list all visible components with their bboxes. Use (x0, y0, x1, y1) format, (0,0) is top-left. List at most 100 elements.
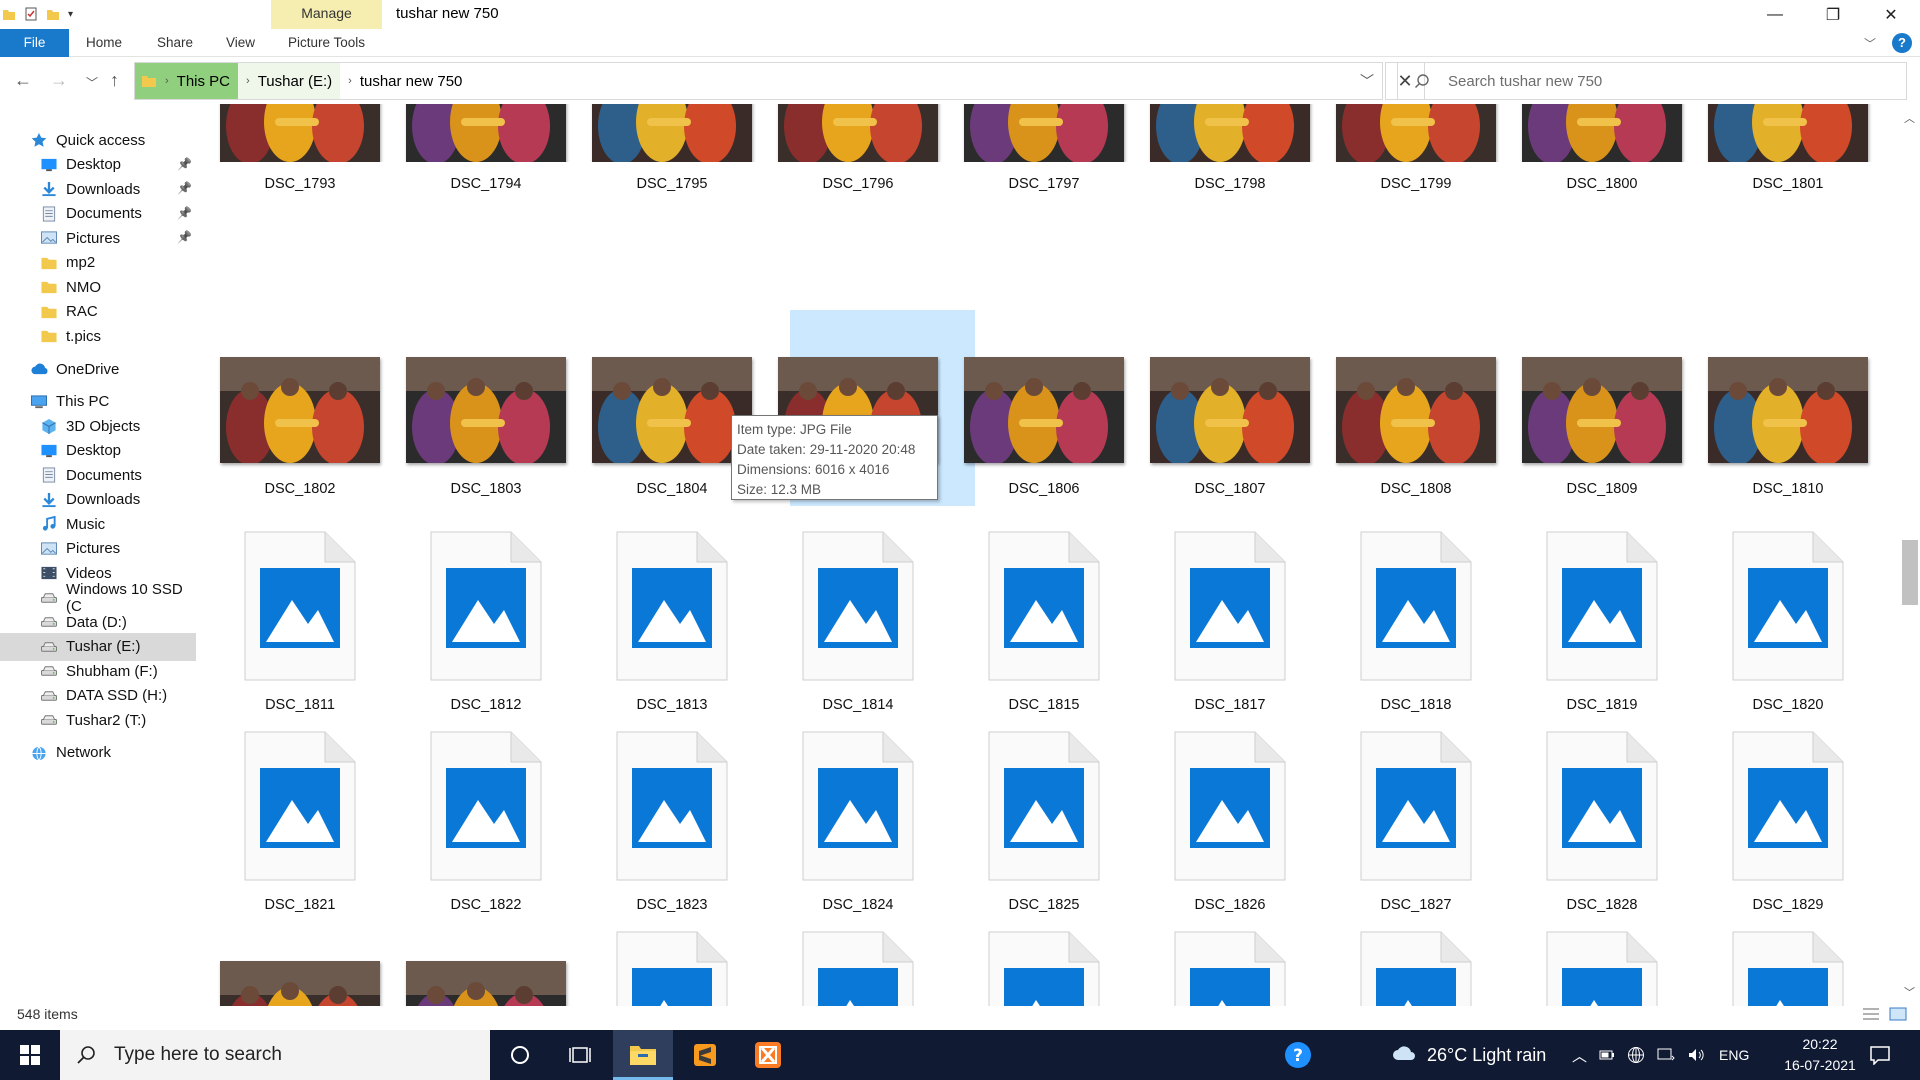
recent-locations-icon[interactable]: ﹀ (86, 74, 98, 91)
search-input[interactable]: Search tushar new 750 (1448, 73, 1602, 90)
file-item[interactable]: DSC_1814 (768, 531, 948, 713)
sidebar-item-onedrive[interactable]: OneDrive (0, 355, 196, 383)
address-bar[interactable]: › This PC › Tushar (E:) › tushar new 750… (134, 62, 1383, 100)
file-item[interactable]: DSC_1798 (1140, 104, 1320, 192)
scroll-up-icon[interactable]: ︿ (1904, 110, 1915, 126)
address-dropdown-icon[interactable]: ﹀ (1360, 71, 1374, 91)
up-arrow-icon[interactable]: ↑ (110, 70, 119, 91)
taskbar-search[interactable]: Type here to search (60, 1030, 490, 1080)
file-item[interactable]: DSC_1795 (582, 104, 762, 192)
file-item[interactable]: DSC_1831 (396, 961, 576, 1006)
file-item[interactable]: DSC_1817 (1140, 531, 1320, 713)
file-item[interactable]: DSC_1812 (396, 531, 576, 713)
battery-icon[interactable] (1599, 1048, 1615, 1062)
tab-share[interactable]: Share (157, 29, 193, 57)
breadcrumb-root[interactable]: › This PC (135, 63, 239, 99)
maximize-button[interactable]: ❐ (1804, 0, 1862, 29)
file-item[interactable]: DSC_1803 (396, 357, 576, 497)
clock[interactable]: 20:22 16-07-2021 (1770, 1034, 1870, 1076)
file-item[interactable]: DSC_1813 (582, 531, 762, 713)
file-item[interactable]: DSC_1837 (1512, 931, 1692, 1006)
scroll-down-icon[interactable]: ﹀ (1904, 984, 1915, 1000)
file-item[interactable]: DSC_1830 (210, 961, 390, 1006)
search-box[interactable]: Search tushar new 750 (1397, 62, 1907, 100)
breadcrumb-current[interactable]: tushar new 750 (360, 73, 463, 90)
file-item[interactable]: DSC_1833 (768, 931, 948, 1006)
image-file-icon (616, 731, 728, 881)
file-item[interactable]: DSC_1801 (1698, 104, 1878, 192)
file-item[interactable]: DSC_1794 (396, 104, 576, 192)
tab-view[interactable]: View (226, 29, 255, 57)
weather-widget[interactable]: 26°C Light rain (1391, 1030, 1546, 1080)
chevron-up-icon[interactable]: ︿ (1572, 1045, 1587, 1066)
file-item[interactable]: DSC_1800 (1512, 104, 1692, 192)
file-item[interactable]: DSC_1834 (954, 931, 1134, 1006)
cortana-button[interactable] (490, 1030, 550, 1080)
notifications-button[interactable] (1869, 1030, 1891, 1080)
file-item[interactable]: DSC_1809 (1512, 357, 1692, 497)
breadcrumb-this-pc[interactable]: This PC (177, 73, 230, 90)
file-item[interactable]: DSC_1810 (1698, 357, 1878, 497)
file-item[interactable]: DSC_1793 (210, 104, 390, 192)
close-button[interactable]: ✕ (1862, 0, 1920, 29)
network-icon[interactable] (1657, 1047, 1675, 1063)
forward-arrow-icon[interactable]: → (50, 70, 68, 91)
xampp-taskbar-button[interactable] (738, 1030, 798, 1080)
sidebar-item-t-pics[interactable]: t.pics (0, 322, 196, 350)
file-item[interactable]: DSC_1825 (954, 731, 1134, 913)
volume-icon[interactable] (1687, 1047, 1707, 1063)
file-item[interactable]: DSC_1826 (1140, 731, 1320, 913)
new-folder-icon[interactable] (46, 7, 60, 21)
file-item[interactable]: DSC_1815 (954, 531, 1134, 713)
file-item[interactable]: DSC_1808 (1326, 357, 1506, 497)
taskbar-search-input[interactable]: Type here to search (114, 1044, 282, 1066)
manage-tab[interactable]: Manage (271, 0, 382, 29)
file-item[interactable]: DSC_1796 (768, 104, 948, 192)
file-item[interactable]: DSC_1823 (582, 731, 762, 913)
file-item[interactable]: DSC_1822 (396, 731, 576, 913)
tab-home[interactable]: Home (86, 29, 122, 57)
file-item[interactable]: DSC_1806 (954, 357, 1134, 497)
sidebar-item-tushar2-t[interactable]: Tushar2 (T:) (0, 706, 196, 734)
sublime-text-taskbar-button[interactable] (675, 1030, 735, 1080)
file-item[interactable]: DSC_1820 (1698, 531, 1878, 713)
file-item[interactable]: DSC_1802 (210, 357, 390, 497)
properties-icon[interactable] (24, 7, 38, 21)
file-explorer-taskbar-button[interactable] (613, 1030, 673, 1080)
file-item[interactable]: DSC_1836 (1326, 931, 1506, 1006)
breadcrumb-drive[interactable]: › Tushar (E:) (238, 63, 341, 99)
file-item[interactable]: DSC_1829 (1698, 731, 1878, 913)
large-icons-view-icon[interactable] (1889, 1007, 1907, 1021)
tab-file[interactable]: File (0, 29, 69, 57)
help-tray-button[interactable]: ? (1283, 1030, 1313, 1080)
file-item[interactable]: DSC_1838 (1698, 931, 1878, 1006)
customize-qat-icon[interactable]: ▾ (68, 9, 73, 20)
file-item[interactable]: DSC_1819 (1512, 531, 1692, 713)
file-item[interactable]: DSC_1807 (1140, 357, 1320, 497)
file-item[interactable]: DSC_1821 (210, 731, 390, 913)
scrollbar-thumb[interactable] (1902, 540, 1918, 605)
file-item[interactable]: DSC_1799 (1326, 104, 1506, 192)
globe-icon[interactable] (1627, 1046, 1645, 1064)
language-indicator[interactable]: ENG (1719, 1047, 1749, 1063)
tab-picture-tools[interactable]: Picture Tools (288, 29, 365, 57)
file-item[interactable]: DSC_1828 (1512, 731, 1692, 913)
file-item[interactable]: DSC_1827 (1326, 731, 1506, 913)
help-icon[interactable]: ? (1892, 33, 1912, 53)
file-item[interactable]: DSC_1797 (954, 104, 1134, 192)
file-item[interactable]: DSC_1811 (210, 531, 390, 713)
back-arrow-icon[interactable]: ← (14, 70, 32, 91)
breadcrumb-folder[interactable]: › tushar new 750 (340, 73, 470, 90)
start-button[interactable] (0, 1030, 60, 1080)
sidebar-item-network[interactable]: Network (0, 739, 196, 767)
breadcrumb-tushar-e[interactable]: Tushar (E:) (258, 73, 332, 90)
task-view-button[interactable] (550, 1030, 610, 1080)
minimize-button[interactable]: — (1746, 0, 1804, 29)
expand-ribbon-icon[interactable]: ﹀ (1864, 35, 1876, 52)
file-item[interactable]: DSC_1818 (1326, 531, 1506, 713)
file-item[interactable]: DSC_1824 (768, 731, 948, 913)
details-view-icon[interactable] (1862, 1007, 1880, 1021)
folder-icon[interactable] (2, 7, 16, 21)
file-item[interactable]: DSC_1835 (1140, 931, 1320, 1006)
file-item[interactable]: DSC_1832 (582, 931, 762, 1006)
